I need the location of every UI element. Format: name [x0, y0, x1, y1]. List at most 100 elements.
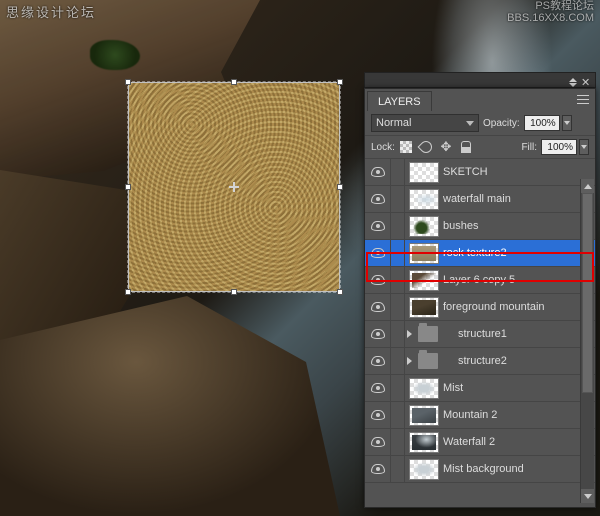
- lock-fill-row: Lock: Fill: 100%: [365, 136, 595, 159]
- visibility-toggle[interactable]: [365, 321, 391, 347]
- watermark-right-top: PS教程论坛: [507, 0, 594, 12]
- layer-name[interactable]: Layer 6 copy 5: [443, 274, 515, 286]
- blend-mode-value: Normal: [376, 117, 411, 129]
- layer-thumbnail[interactable]: [409, 297, 439, 318]
- layer-name[interactable]: structure1: [458, 328, 507, 340]
- layer-name[interactable]: Mountain 2: [443, 409, 497, 421]
- link-column: [391, 321, 405, 347]
- eye-icon: [371, 329, 385, 339]
- transform-handle-middle-right[interactable]: [337, 184, 343, 190]
- layer-name[interactable]: bushes: [443, 220, 478, 232]
- layer-thumbnail[interactable]: [409, 243, 439, 264]
- layer-name[interactable]: rock texture2: [443, 247, 507, 259]
- layer-row[interactable]: foreground mountain: [365, 294, 595, 321]
- layer-row[interactable]: SKETCH: [365, 159, 595, 186]
- eye-icon: [371, 437, 385, 447]
- visibility-toggle[interactable]: [365, 213, 391, 239]
- scroll-up-button[interactable]: [581, 179, 594, 193]
- layer-thumbnail[interactable]: [409, 189, 439, 210]
- eye-icon: [371, 356, 385, 366]
- opacity-slider-button[interactable]: [562, 115, 572, 131]
- layer-name[interactable]: waterfall main: [443, 193, 511, 205]
- layers-panel: LAYERS Normal Opacity: 100% Lock: Fill: …: [364, 88, 596, 508]
- layer-name[interactable]: Mist background: [443, 463, 524, 475]
- visibility-toggle[interactable]: [365, 186, 391, 212]
- transform-handle-bottom-left[interactable]: [125, 289, 131, 295]
- layer-name[interactable]: structure2: [458, 355, 507, 367]
- layer-thumbnail[interactable]: [409, 459, 439, 480]
- chevron-down-icon: [581, 145, 587, 149]
- opacity-input[interactable]: 100%: [524, 115, 560, 131]
- layer-row[interactable]: Mountain 2: [365, 402, 595, 429]
- fill-label: Fill:: [521, 142, 537, 153]
- link-column: [391, 348, 405, 374]
- collapse-panels-icon[interactable]: [569, 78, 577, 82]
- layer-thumbnail[interactable]: [409, 378, 439, 399]
- visibility-toggle[interactable]: [365, 375, 391, 401]
- visibility-toggle[interactable]: [365, 240, 391, 266]
- visibility-toggle[interactable]: [365, 348, 391, 374]
- layer-row[interactable]: Mist: [365, 375, 595, 402]
- visibility-toggle[interactable]: [365, 159, 391, 185]
- blend-mode-select[interactable]: Normal: [371, 114, 479, 132]
- close-panel-group-icon[interactable]: ✕: [581, 76, 591, 84]
- layer-thumbnail[interactable]: [409, 162, 439, 183]
- layer-row[interactable]: bushes: [365, 213, 595, 240]
- layer-row[interactable]: structure2: [365, 348, 595, 375]
- lock-icon: [461, 141, 471, 153]
- painting-foliage: [90, 40, 140, 70]
- fill-slider-button[interactable]: [579, 139, 589, 155]
- layer-thumbnail[interactable]: [409, 270, 439, 291]
- panel-dock-topbar: ✕: [364, 72, 596, 88]
- transform-handle-middle-left[interactable]: [125, 184, 131, 190]
- transform-handle-bottom-middle[interactable]: [231, 289, 237, 295]
- free-transform-bounding-box[interactable]: [128, 82, 340, 292]
- scroll-thumb[interactable]: [582, 193, 593, 393]
- lock-label: Lock:: [371, 142, 395, 153]
- visibility-toggle[interactable]: [365, 402, 391, 428]
- transform-handle-bottom-right[interactable]: [337, 289, 343, 295]
- layer-thumbnail[interactable]: [409, 432, 439, 453]
- panel-menu-button[interactable]: [571, 91, 595, 111]
- eye-icon: [371, 167, 385, 177]
- lock-position-button[interactable]: [439, 140, 453, 154]
- eye-icon: [371, 248, 385, 258]
- transform-handle-top-left[interactable]: [125, 79, 131, 85]
- layer-row[interactable]: Waterfall 2: [365, 429, 595, 456]
- layer-row[interactable]: structure1: [365, 321, 595, 348]
- transform-handle-top-right[interactable]: [337, 79, 343, 85]
- layer-row[interactable]: Mist background: [365, 456, 595, 483]
- group-disclosure-icon[interactable]: [407, 330, 412, 338]
- opacity-label: Opacity:: [483, 118, 520, 129]
- layer-name[interactable]: foreground mountain: [443, 301, 545, 313]
- layers-scrollbar[interactable]: [580, 179, 594, 503]
- layer-row[interactable]: rock texture2: [365, 240, 595, 267]
- scroll-down-button[interactable]: [581, 489, 594, 503]
- group-disclosure-icon[interactable]: [407, 357, 412, 365]
- layers-tab[interactable]: LAYERS: [367, 91, 432, 111]
- layer-thumbnail[interactable]: [409, 405, 439, 426]
- layer-thumbnail[interactable]: [409, 216, 439, 237]
- visibility-toggle[interactable]: [365, 267, 391, 293]
- layer-row[interactable]: Layer 6 copy 5: [365, 267, 595, 294]
- eye-icon: [371, 464, 385, 474]
- link-column: [391, 267, 405, 293]
- transform-handle-top-middle[interactable]: [231, 79, 237, 85]
- menu-icon: [577, 95, 589, 104]
- link-column: [391, 402, 405, 428]
- layer-name[interactable]: SKETCH: [443, 166, 488, 178]
- layer-name[interactable]: Mist: [443, 382, 463, 394]
- visibility-toggle[interactable]: [365, 294, 391, 320]
- folder-icon: [418, 326, 438, 342]
- watermark-right: PS教程论坛 BBS.16XX8.COM: [507, 0, 594, 24]
- eye-icon: [371, 410, 385, 420]
- visibility-toggle[interactable]: [365, 429, 391, 455]
- fill-input[interactable]: 100%: [541, 139, 577, 155]
- lock-image-pixels-button[interactable]: [419, 140, 433, 154]
- transform-center-icon[interactable]: [229, 182, 239, 192]
- visibility-toggle[interactable]: [365, 456, 391, 482]
- lock-transparent-pixels-button[interactable]: [399, 140, 413, 154]
- layer-row[interactable]: waterfall main: [365, 186, 595, 213]
- layer-name[interactable]: Waterfall 2: [443, 436, 495, 448]
- lock-all-button[interactable]: [459, 140, 473, 154]
